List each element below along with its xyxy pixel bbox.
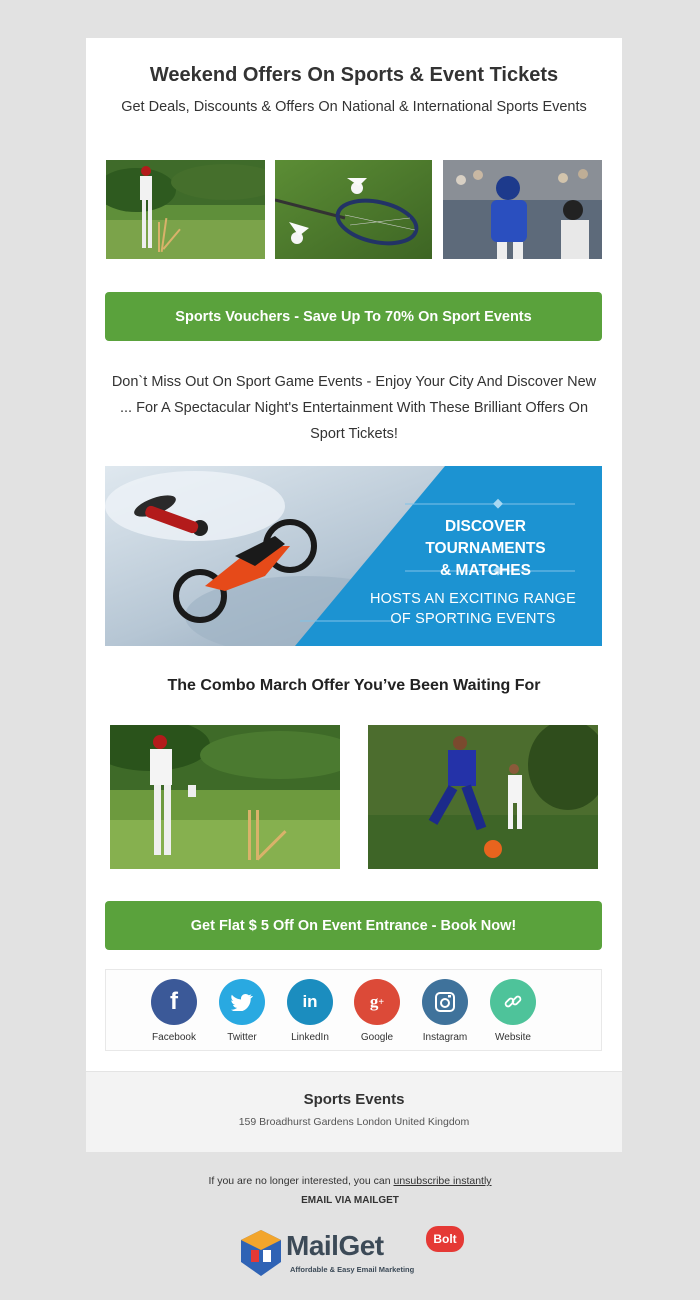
soccer-photo — [368, 725, 598, 869]
banner-subline-line1: HOSTS AN EXCITING RANGE — [369, 591, 577, 607]
google-link[interactable]: g + Google — [347, 979, 407, 1043]
twitter-label: Twitter — [227, 1032, 257, 1043]
linkedin-link[interactable]: in LinkedIn — [280, 979, 340, 1043]
sports-vouchers-button[interactable]: Sports Vouchers - Save Up To 70% On Spor… — [105, 292, 602, 341]
email-via-label: EMAIL VIA MAILGET — [301, 1195, 399, 1206]
linkedin-icon: in — [287, 979, 333, 1025]
social-links-bar: f Facebook Twitter in LinkedIn g + Google… — [105, 969, 602, 1051]
company-address: 159 Broadhurst Gardens London United Kin… — [238, 1116, 470, 1128]
banner-headline-line1: DISCOVER TOURNAMENTS — [425, 518, 546, 557]
bolt-badge: Bolt — [426, 1226, 464, 1252]
banner-subline: HOSTS AN EXCITING RANGE OF SPORTING EVEN… — [358, 589, 588, 629]
unsubscribe-prefix: If you are no longer interested, you can — [208, 1175, 394, 1187]
facebook-icon: f — [151, 979, 197, 1025]
email-title: Weekend Offers On Sports & Event Tickets — [149, 64, 559, 86]
company-name: Sports Events — [303, 1091, 405, 1108]
cricket-combo-photo — [110, 725, 340, 869]
facebook-link[interactable]: f Facebook — [144, 979, 204, 1043]
cricket-photo — [106, 160, 265, 259]
instagram-icon — [422, 979, 468, 1025]
mailget-logo[interactable]: MailGet Bolt Affordable & Easy Email Mar… — [238, 1226, 468, 1282]
mailget-tagline: Affordable & Easy Email Marketing — [290, 1265, 415, 1274]
american-football-photo — [443, 160, 602, 259]
intro-paragraph: Don`t Miss Out On Sport Game Events - En… — [111, 374, 597, 442]
flat-5-off-button[interactable]: Get Flat $ 5 Off On Event Entrance - Boo… — [105, 901, 602, 950]
website-link[interactable]: Website — [483, 979, 543, 1043]
email-card: Weekend Offers On Sports & Event Tickets… — [86, 38, 622, 1152]
email-footer: Sports Events 159 Broadhurst Gardens Lon… — [86, 1071, 622, 1152]
banner-headline: DISCOVER TOURNAMENTS & MATCHES — [383, 516, 588, 582]
instagram-link[interactable]: Instagram — [415, 979, 475, 1043]
google-plus-icon: g + — [354, 979, 400, 1025]
combo-heading: The Combo March Offer You’ve Been Waitin… — [167, 677, 541, 694]
twitter-icon — [219, 979, 265, 1025]
facebook-label: Facebook — [152, 1032, 196, 1043]
mailget-shield-icon — [241, 1230, 281, 1276]
website-label: Website — [495, 1032, 531, 1043]
mailget-wordmark: MailGet — [286, 1230, 384, 1261]
link-icon — [490, 979, 536, 1025]
twitter-link[interactable]: Twitter — [212, 979, 272, 1043]
instagram-label: Instagram — [422, 1032, 468, 1043]
unsubscribe-line: If you are no longer interested, you can… — [0, 1175, 700, 1187]
badminton-photo — [275, 160, 432, 259]
unsubscribe-link[interactable]: unsubscribe instantly — [393, 1175, 491, 1187]
banner-headline-line2: & MATCHES — [440, 562, 531, 579]
google-label: Google — [360, 1032, 394, 1043]
email-subtitle: Get Deals, Discounts & Offers On Nationa… — [121, 99, 587, 115]
linkedin-label: LinkedIn — [291, 1032, 329, 1043]
tournaments-banner[interactable]: DISCOVER TOURNAMENTS & MATCHES HOSTS AN … — [105, 466, 602, 646]
banner-subline-line2: OF SPORTING EVENTS — [390, 611, 556, 627]
